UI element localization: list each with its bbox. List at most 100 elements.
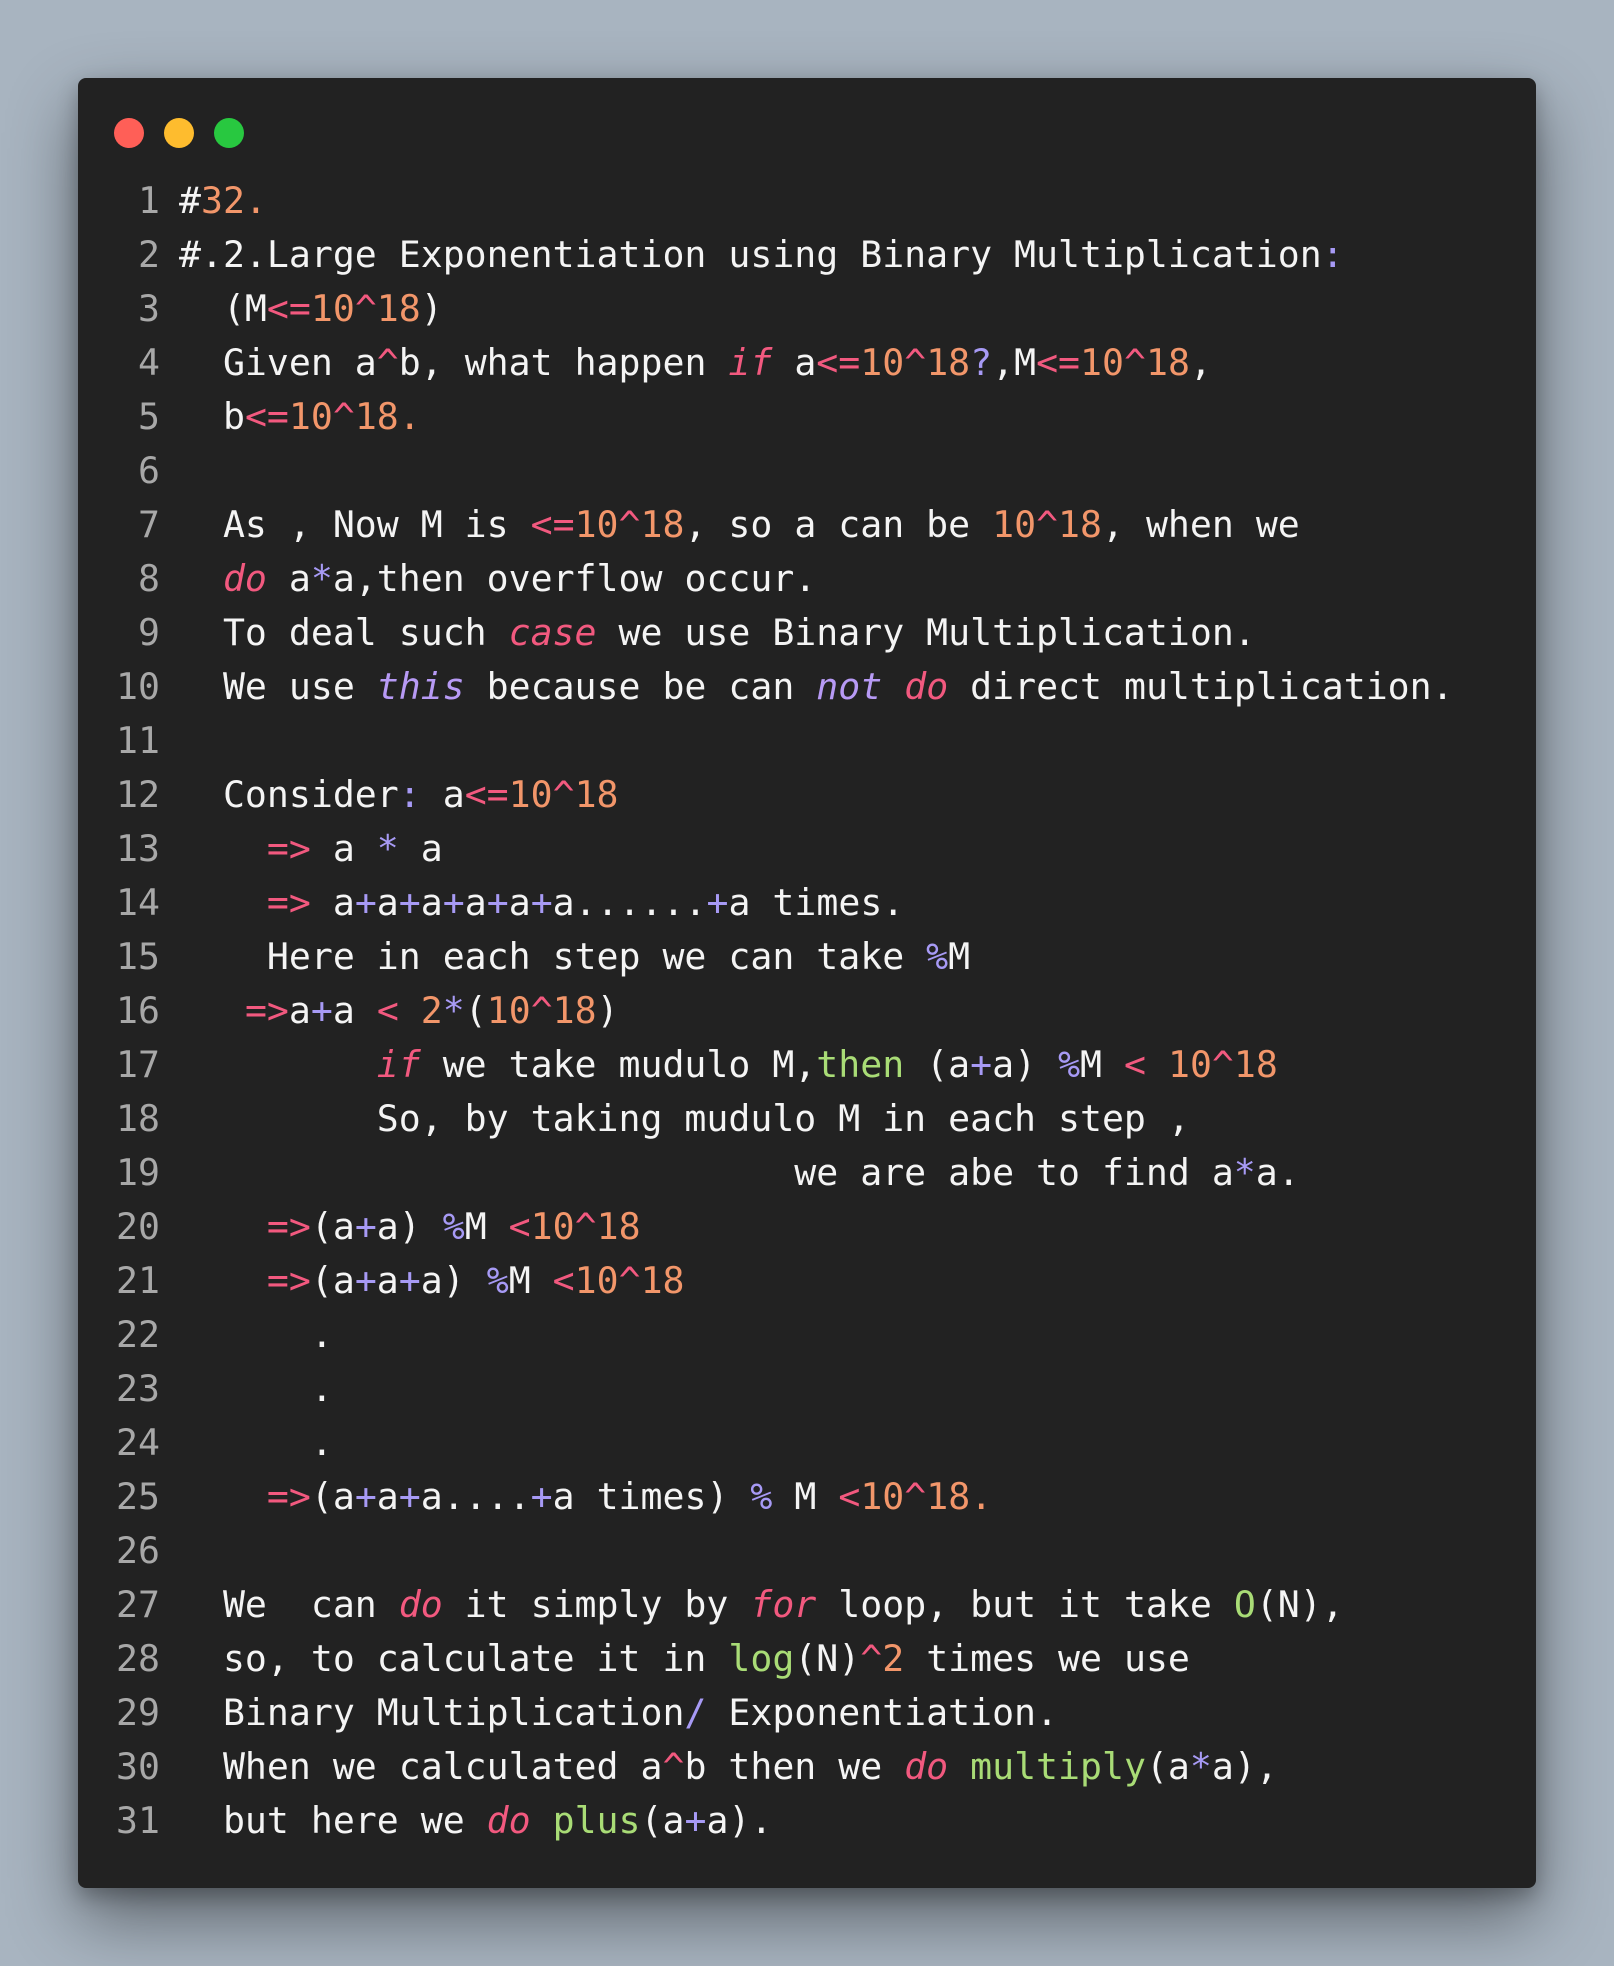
code-token: ^ [530, 989, 553, 1032]
zoom-button[interactable] [214, 118, 244, 148]
code-token: + [398, 1259, 421, 1302]
code-token: a. [1255, 1151, 1300, 1194]
line-content: We use this because be can not do direct… [179, 660, 1454, 714]
line-number: 19 [116, 1151, 160, 1194]
code-token: if [376, 1043, 421, 1086]
code-token: <= [464, 773, 509, 816]
code-token: So, by taking mudulo M in each step , [179, 1097, 1190, 1140]
code-token: + [530, 881, 553, 924]
code-line: 23 . [78, 1362, 1536, 1416]
line-number: 29 [116, 1691, 160, 1734]
code-token: 10 [310, 287, 355, 330]
code-token: * [442, 989, 465, 1032]
code-token: , when we [1102, 503, 1300, 546]
line-content: =>(a+a+a) %M <10^18 [179, 1254, 685, 1308]
code-token: (a [640, 1799, 685, 1842]
line-number: 23 [116, 1367, 160, 1410]
code-token: a [376, 1259, 399, 1302]
code-token: a) [420, 1259, 487, 1302]
code-token: <= [1036, 341, 1081, 384]
code-line: 24 . [78, 1416, 1536, 1470]
code-token: a [464, 881, 487, 924]
code-token: M [508, 1259, 553, 1302]
line-content: => a * a [179, 822, 443, 876]
code-token: b, what happen [398, 341, 729, 384]
code-line: 10 We use this because be can not do dir… [78, 660, 1536, 714]
line-content: so, to calculate it in log(N)^2 times we… [179, 1632, 1190, 1686]
code-editor: 1 #32. 2 #.2.Large Exponentiation using Bin… [78, 174, 1536, 1848]
code-token: + [354, 1259, 377, 1302]
code-token: ^ [354, 287, 377, 330]
code-token: because be can [464, 665, 817, 708]
code-token: (a [310, 1205, 355, 1248]
line-number: 15 [116, 935, 160, 978]
code-token: (a [310, 1475, 355, 1518]
code-token: a). [706, 1799, 773, 1842]
code-token: ^ [1123, 341, 1146, 384]
code-token: log [728, 1637, 795, 1680]
code-token: . [179, 1367, 333, 1410]
code-token: if [728, 341, 773, 384]
code-line: 29 Binary Multiplication/ Exponentiation… [78, 1686, 1536, 1740]
code-line: 3 (M<=10^18) [78, 282, 1536, 336]
code-token: we are abe to find a [179, 1151, 1234, 1194]
code-token: Binary Multiplication [179, 1691, 685, 1734]
code-token: + [486, 881, 509, 924]
close-button[interactable] [114, 118, 144, 148]
minimize-button[interactable] [164, 118, 194, 148]
code-token: 18 [574, 773, 619, 816]
code-line: 31 but here we do plus(a+a). [78, 1794, 1536, 1848]
code-token: % [1058, 1043, 1081, 1086]
code-token: a) [992, 1043, 1059, 1086]
code-token: ,M [992, 341, 1037, 384]
code-token: ^ [332, 395, 355, 438]
code-token: Exponentiation. [706, 1691, 1059, 1734]
line-number: 14 [116, 881, 160, 924]
code-token: a [398, 827, 443, 870]
code-token: a times) [552, 1475, 751, 1518]
code-line: 1 #32. [78, 174, 1536, 228]
code-token: + [530, 1475, 553, 1518]
code-line: 28 so, to calculate it in log(N)^2 times… [78, 1632, 1536, 1686]
code-token: + [706, 881, 729, 924]
line-content: Given a^b, what happen if a<=10^18?,M<=1… [179, 336, 1212, 390]
line-number: 7 [138, 503, 160, 546]
code-line: 11 [78, 714, 1536, 768]
line-number: 5 [138, 395, 160, 438]
line-content: do a*a,then overflow occur. [179, 552, 816, 606]
line-number: 4 [138, 341, 160, 384]
line-number: 30 [116, 1745, 160, 1788]
code-token: 18 [376, 287, 421, 330]
code-token: 10 [508, 773, 553, 816]
code-token: 18 [1058, 503, 1102, 546]
code-token: < [508, 1205, 531, 1248]
line-number: 3 [138, 287, 160, 330]
code-token: * [310, 557, 333, 600]
code-token: ^ [618, 503, 641, 546]
line-number: 25 [116, 1475, 160, 1518]
code-token: We can [179, 1583, 399, 1626]
code-token: ? [970, 341, 993, 384]
code-token: Consider [179, 773, 399, 816]
code-line: 26 [78, 1524, 1536, 1578]
line-number: 31 [116, 1799, 160, 1842]
code-token: <= [816, 341, 861, 384]
line-number: 12 [116, 773, 160, 816]
line-content: . [179, 1416, 333, 1470]
code-line: 20 =>(a+a) %M <10^18 [78, 1200, 1536, 1254]
line-content: Consider: a<=10^18 [179, 768, 619, 822]
code-token: b then we [684, 1745, 905, 1788]
code-token: To deal such [179, 611, 509, 654]
code-token: ^ [662, 1745, 685, 1788]
code-token: . [179, 1421, 333, 1464]
code-token: a [772, 341, 817, 384]
code-token: + [442, 881, 465, 924]
code-token: it simply by [442, 1583, 751, 1626]
line-content: =>(a+a+a....+a times) % M <10^18. [179, 1470, 992, 1524]
line-content: we are abe to find a*a. [179, 1146, 1300, 1200]
